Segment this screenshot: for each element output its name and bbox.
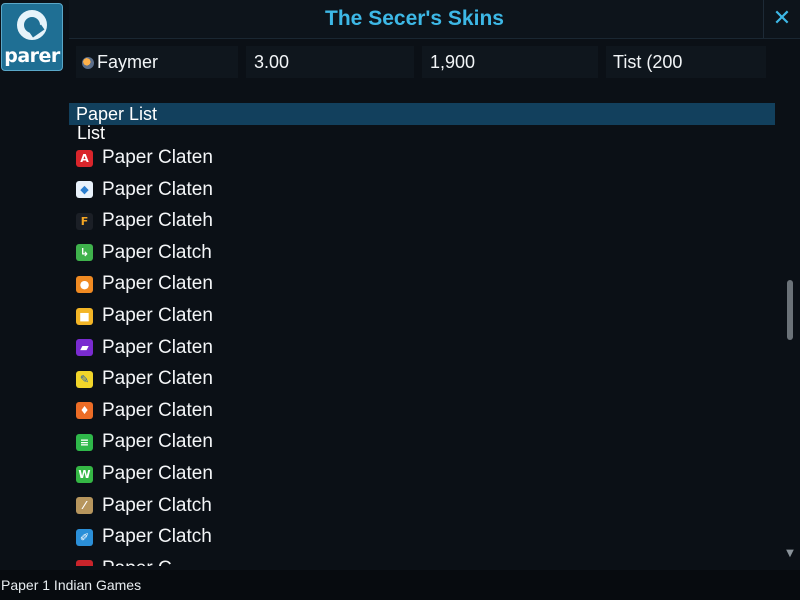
orange-circle-icon: ● bbox=[76, 275, 93, 293]
list-item-label: Paper Clateh bbox=[102, 210, 213, 232]
scroll-down-icon[interactable]: ▼ bbox=[783, 548, 797, 562]
list-item[interactable]: ▰ Paper Claten bbox=[76, 334, 213, 362]
list-item[interactable]: Paper C... bbox=[76, 555, 188, 566]
list-item-label: Paper Clatch bbox=[102, 241, 212, 263]
window-title: The Secer's Skins bbox=[325, 7, 504, 30]
list-item[interactable]: ✎ Paper Claten bbox=[76, 365, 213, 393]
status-text: Paper 1 Indian Games bbox=[1, 577, 142, 593]
logo-text: parer bbox=[4, 45, 60, 67]
left-sidebar bbox=[0, 72, 69, 570]
list-item-label: Paper Claten bbox=[102, 463, 213, 484]
list-item-label: Paper Claten bbox=[102, 336, 213, 358]
list-item-label: Paper Clatch bbox=[102, 494, 212, 516]
list-item[interactable]: A Paper Claten bbox=[76, 144, 213, 172]
list-item[interactable]: ◆ Paper Claten bbox=[76, 176, 213, 204]
list-item[interactable]: W Paper Claten bbox=[76, 460, 213, 488]
info-name: Faymer bbox=[97, 52, 159, 72]
info-value1-cell[interactable]: 3.00 bbox=[246, 46, 414, 78]
list-item-label: Paper Claten bbox=[102, 147, 213, 168]
purple-game-icon: ▰ bbox=[76, 339, 93, 357]
info-value2-cell[interactable]: 1,900 bbox=[422, 46, 598, 78]
close-icon[interactable]: ✕ bbox=[763, 0, 800, 38]
red-partial-icon bbox=[76, 560, 93, 566]
blue-pen-icon: ✐ bbox=[76, 528, 93, 546]
list-item-label: Paper C... bbox=[102, 558, 188, 566]
list-item[interactable]: ↳ Paper Clatch bbox=[76, 239, 212, 267]
list-item[interactable]: ■ Paper Claten bbox=[76, 302, 213, 330]
multicolor-grid-icon: ■ bbox=[76, 307, 93, 325]
info-value3-cell[interactable]: Tist (200 bbox=[606, 46, 766, 78]
player-icon bbox=[82, 57, 94, 69]
list-item-label: Paper Claten bbox=[102, 178, 213, 200]
list-item[interactable]: ● Paper Claten bbox=[76, 270, 213, 298]
orange-bell-icon: ♦ bbox=[76, 402, 93, 420]
list-item-label: Paper Clatch bbox=[102, 526, 212, 548]
title-bar: The Secer's Skins ✕ bbox=[69, 0, 800, 39]
list-header-label: Paper List bbox=[76, 104, 158, 124]
blue-drop-icon: ◆ bbox=[76, 181, 93, 199]
logo-ring-icon bbox=[17, 10, 47, 40]
list-item[interactable]: ♦ Paper Claten bbox=[76, 397, 213, 425]
green-w-icon: W bbox=[76, 465, 93, 483]
scrollbar[interactable] bbox=[783, 280, 795, 566]
yellow-note-icon: ✎ bbox=[76, 370, 93, 388]
list-item-label: Paper Claten bbox=[102, 368, 213, 390]
red-a-icon: A bbox=[76, 149, 93, 167]
orange-f-icon: F bbox=[76, 212, 93, 230]
green-phone-icon: ↳ bbox=[76, 244, 93, 262]
list-subheader: List bbox=[77, 123, 106, 143]
list-item[interactable]: ⁄ Paper Clatch bbox=[76, 492, 212, 520]
app-window: parer The Secer's Skins ✕ Faymer 3.00 1,… bbox=[0, 0, 800, 600]
list-header[interactable]: Paper List bbox=[69, 103, 775, 125]
info-name-cell[interactable]: Faymer bbox=[76, 46, 238, 78]
info-row: Faymer 3.00 1,900 Tist (200 bbox=[76, 46, 776, 78]
list-item-label: Paper Claten bbox=[102, 305, 213, 326]
list-item-label: Paper Claten bbox=[102, 431, 213, 453]
green-text-icon: ≡ bbox=[76, 433, 93, 451]
paper-list: A Paper Claten ◆ Paper Claten F Paper Clateh ↳… bbox=[76, 144, 776, 566]
status-bar: Paper 1 Indian Games bbox=[0, 570, 800, 600]
list-item[interactable]: ≡ Paper Claten bbox=[76, 428, 213, 456]
tan-tool-icon: ⁄ bbox=[76, 497, 93, 515]
list-item[interactable]: F Paper Clateh bbox=[76, 207, 213, 235]
list-item-label: Paper Claten bbox=[102, 273, 213, 295]
scrollbar-thumb[interactable] bbox=[787, 280, 793, 340]
app-logo[interactable]: parer bbox=[1, 3, 63, 71]
list-item-label: Paper Claten bbox=[102, 399, 213, 421]
list-item[interactable]: ✐ Paper Clatch bbox=[76, 523, 212, 551]
